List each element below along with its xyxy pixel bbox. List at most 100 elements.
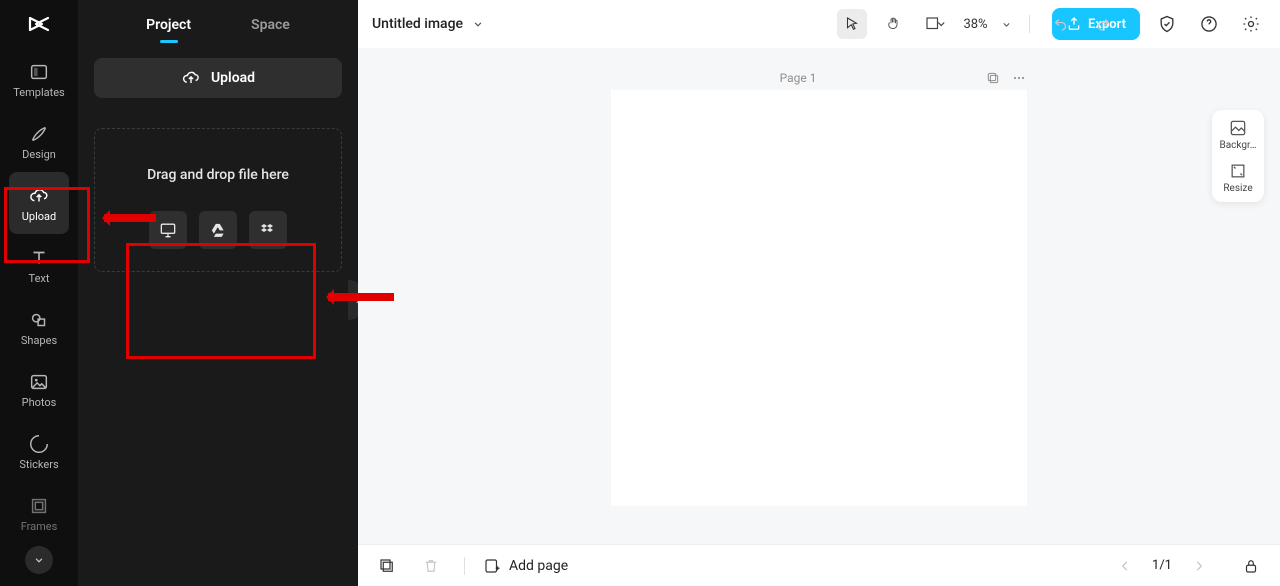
document-title-text: Untitled image [372, 16, 463, 32]
duplicate-icon [985, 70, 1001, 86]
text-icon [28, 247, 50, 269]
layers-icon [378, 557, 396, 575]
sidebar-item-label: Photos [22, 397, 57, 408]
source-device-button[interactable] [149, 211, 187, 249]
bottom-bar: Add page 1/1 [358, 544, 1280, 586]
undo-icon [1052, 15, 1070, 33]
source-google-drive-button[interactable] [199, 211, 237, 249]
undo-button[interactable] [1046, 9, 1076, 39]
sidebar-item-stickers[interactable]: Stickers [9, 420, 69, 482]
page-more-button[interactable] [1011, 70, 1027, 86]
sidebar-item-label: Text [29, 273, 50, 284]
chevron-down-icon[interactable] [1000, 18, 1013, 31]
chevron-down-icon [471, 17, 485, 31]
cursor-icon [843, 15, 861, 33]
hand-icon [885, 15, 903, 33]
help-icon [1199, 14, 1219, 34]
sidebar-item-design[interactable]: Design [9, 110, 69, 172]
redo-icon [1094, 15, 1112, 33]
help-button[interactable] [1194, 9, 1224, 39]
zoom-value[interactable]: 38% [963, 17, 987, 32]
design-icon [28, 123, 50, 145]
sidebar-item-upload[interactable]: Upload [9, 172, 69, 234]
cursor-tool-button[interactable] [837, 9, 867, 39]
sidebar-item-templates[interactable]: Templates [9, 48, 69, 110]
lock-button[interactable] [1236, 551, 1266, 581]
app-logo[interactable] [0, 0, 78, 48]
canvas-area: Untitled image 38% [358, 0, 1280, 586]
top-toolbar: Untitled image 38% [358, 0, 1280, 48]
sidebar-item-label: Design [22, 149, 56, 160]
drop-area[interactable]: Drag and drop file here [94, 128, 342, 272]
add-page-label: Add page [509, 558, 568, 574]
layers-button[interactable] [372, 551, 402, 581]
sidebar-nav: Templates Design Upload Text Shapes Phot… [0, 0, 78, 586]
trash-icon [422, 557, 440, 575]
tab-space[interactable]: Space [251, 3, 290, 47]
upload-cloud-icon [181, 68, 201, 88]
frames-icon [28, 495, 50, 517]
add-page-icon [483, 557, 501, 575]
page-counter: 1/1 [1152, 558, 1172, 573]
drop-area-text: Drag and drop file here [147, 167, 289, 183]
resize-icon [1228, 161, 1248, 181]
divider [1029, 15, 1030, 33]
sidebar-item-label: Stickers [19, 459, 58, 470]
templates-icon [28, 61, 50, 83]
upload-button[interactable]: Upload [94, 58, 342, 98]
sidebar-item-label: Upload [22, 211, 56, 222]
canvas-size-button[interactable] [921, 9, 951, 39]
canvas-viewport[interactable]: Page 1 Backgr… Resize [358, 48, 1280, 544]
more-horizontal-icon [1011, 70, 1027, 86]
tab-project[interactable]: Project [146, 3, 191, 47]
settings-button[interactable] [1236, 9, 1266, 39]
page-label-row: Page 1 [611, 70, 1027, 86]
duplicate-page-button[interactable] [985, 70, 1001, 86]
dock-background-button[interactable]: Backgr… [1216, 118, 1260, 151]
next-page-button[interactable] [1186, 553, 1212, 579]
gear-icon [1241, 14, 1261, 34]
sidebar-more-button[interactable] [25, 546, 53, 574]
google-drive-icon [208, 220, 228, 240]
right-dock: Backgr… Resize [1212, 110, 1264, 202]
shield-button[interactable] [1152, 9, 1182, 39]
upload-button-label: Upload [211, 70, 255, 86]
delete-page-button[interactable] [416, 551, 446, 581]
sidebar-item-label: Templates [13, 87, 64, 98]
sidebar-item-label: Frames [21, 521, 58, 532]
dock-label: Backgr… [1216, 140, 1260, 151]
page-size-icon [925, 15, 947, 33]
sidebar-item-photos[interactable]: Photos [9, 358, 69, 420]
stickers-icon [28, 433, 50, 455]
chevron-right-icon [1192, 559, 1206, 573]
prev-page-button[interactable] [1112, 553, 1138, 579]
page-label: Page 1 [611, 71, 985, 85]
sidebar-item-shapes[interactable]: Shapes [9, 296, 69, 358]
hand-tool-button[interactable] [879, 9, 909, 39]
drop-sources [149, 211, 287, 249]
sidebar-item-label: Shapes [21, 335, 57, 346]
upload-cloud-icon [28, 185, 50, 207]
page-canvas[interactable] [611, 90, 1027, 506]
background-icon [1228, 118, 1248, 138]
redo-button[interactable] [1088, 9, 1118, 39]
add-page-button[interactable]: Add page [483, 557, 568, 575]
sidebar-item-text[interactable]: Text [9, 234, 69, 296]
chevron-down-icon [32, 553, 46, 567]
source-dropbox-button[interactable] [249, 211, 287, 249]
chevron-left-icon [1118, 559, 1132, 573]
photos-icon [28, 371, 50, 393]
sidebar-item-frames[interactable]: Frames [9, 482, 69, 544]
dock-resize-button[interactable]: Resize [1216, 161, 1260, 194]
document-title[interactable]: Untitled image [372, 16, 485, 32]
toolbar-center: 38% [837, 9, 1117, 39]
lock-icon [1242, 557, 1260, 575]
monitor-icon [158, 220, 178, 240]
divider [464, 557, 465, 575]
shapes-icon [28, 309, 50, 331]
shield-check-icon [1157, 14, 1177, 34]
panel-tabs: Project Space [94, 0, 342, 50]
upload-panel: Project Space Upload Drag and drop file … [78, 0, 358, 586]
capcut-logo-icon [27, 12, 51, 36]
dropbox-icon [258, 220, 278, 240]
